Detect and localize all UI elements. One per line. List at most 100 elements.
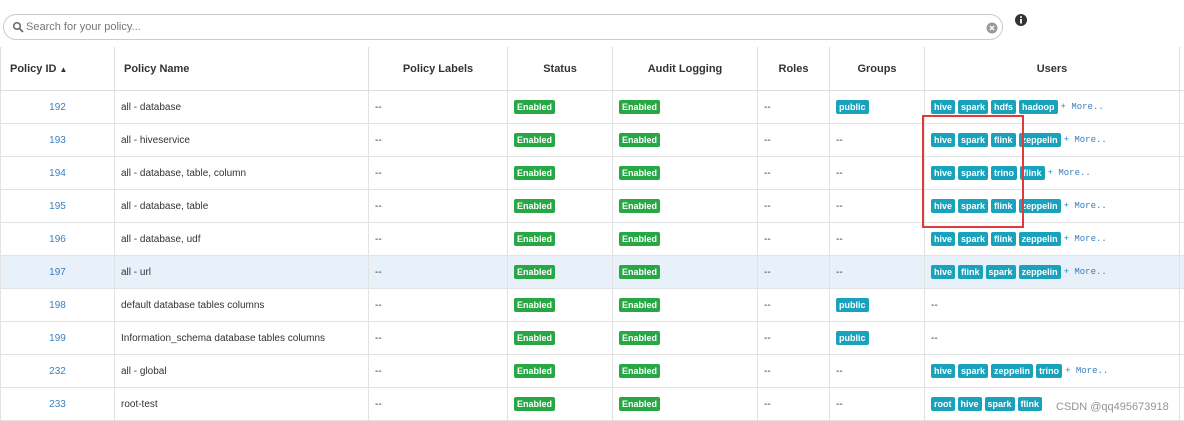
user-badge: zeppelin (1019, 133, 1061, 147)
status-cell: Enabled (508, 223, 613, 256)
audit-badge: Enabled (619, 166, 660, 180)
users-cell: hivesparktrinoflink+ More.. (925, 157, 1180, 190)
policy-name-cell: Information_schema database tables colum… (115, 322, 369, 355)
table-row[interactable]: 232all - global--EnabledEnabled----hives… (1, 355, 1184, 388)
table-row[interactable]: 199 Information_schema database tables co… (1, 322, 1184, 355)
policy-id-link[interactable]: 198 (49, 300, 66, 311)
groups-cell: public (830, 289, 925, 322)
user-badge: root (931, 397, 955, 411)
policy-id-link[interactable]: 196 (49, 234, 66, 245)
policy-name-cell: all - global (115, 355, 369, 388)
policy-id-link[interactable]: 233 (49, 399, 66, 410)
groups-empty: -- (836, 168, 843, 179)
user-badge: hadoop (1019, 100, 1058, 114)
more-users-link[interactable]: + More.. (1064, 135, 1107, 145)
extra-cell (1180, 289, 1184, 322)
audit-badge: Enabled (619, 331, 660, 345)
more-users-link[interactable]: + More.. (1065, 366, 1108, 376)
audit-logging-cell: Enabled (613, 223, 758, 256)
table-row[interactable]: 196all - database, udf--EnabledEnabled--… (1, 223, 1184, 256)
more-users-link[interactable]: + More.. (1048, 168, 1091, 178)
table-row[interactable]: 233root-test--EnabledEnabled----roothive… (1, 388, 1184, 421)
clear-icon[interactable] (986, 22, 998, 34)
search-input[interactable] (26, 18, 966, 36)
col-policy-name[interactable]: Policy Name (115, 47, 369, 91)
col-status[interactable]: Status (508, 47, 613, 91)
roles-cell: -- (758, 256, 830, 289)
groups-cell: -- (830, 388, 925, 421)
col-policy-labels[interactable]: Policy Labels (369, 47, 508, 91)
groups-empty: -- (836, 135, 843, 146)
extra-cell (1180, 223, 1184, 256)
policy-labels-cell: -- (369, 289, 508, 322)
status-cell: Enabled (508, 322, 613, 355)
policy-labels-cell: -- (369, 124, 508, 157)
table-row[interactable]: 198default database tables columns--Enab… (1, 289, 1184, 322)
more-users-link[interactable]: + More.. (1064, 267, 1107, 277)
groups-empty: -- (836, 399, 843, 410)
audit-logging-cell: Enabled (613, 322, 758, 355)
policy-id-link[interactable]: 232 (49, 366, 66, 377)
user-badge: hive (931, 100, 955, 114)
policy-labels-cell: -- (369, 223, 508, 256)
user-badge: hive (958, 397, 982, 411)
more-users-link[interactable]: + More.. (1061, 102, 1104, 112)
table-header-row: Policy ID ▲ Policy Name Policy Labels St… (1, 47, 1184, 91)
user-badge: flink (991, 232, 1016, 246)
more-users-link[interactable]: + More.. (1064, 234, 1107, 244)
policy-labels-cell: -- (369, 388, 508, 421)
audit-logging-cell: Enabled (613, 124, 758, 157)
policy-id-link[interactable]: 195 (49, 201, 66, 212)
table-row[interactable]: 197all - url--EnabledEnabled----hiveflin… (1, 256, 1184, 289)
policy-id-cell: 195 (1, 190, 115, 223)
users-cell: -- (925, 289, 1180, 322)
status-cell: Enabled (508, 190, 613, 223)
groups-cell: public (830, 91, 925, 124)
sort-asc-icon: ▲ (60, 65, 68, 74)
user-badge: flink (1018, 397, 1043, 411)
col-roles[interactable]: Roles (758, 47, 830, 91)
audit-logging-cell: Enabled (613, 157, 758, 190)
table-row[interactable]: 193all - hiveservice--EnabledEnabled----… (1, 124, 1184, 157)
status-cell: Enabled (508, 124, 613, 157)
col-groups[interactable]: Groups (830, 47, 925, 91)
table-row[interactable]: 195all - database, table--EnabledEnabled… (1, 190, 1184, 223)
policy-id-link[interactable]: 193 (49, 135, 66, 146)
policy-id-link[interactable]: 194 (49, 168, 66, 179)
col-policy-id[interactable]: Policy ID ▲ (1, 47, 115, 91)
user-badge: hive (931, 199, 955, 213)
policy-id-cell: 198 (1, 289, 115, 322)
table-row[interactable]: 194all - database, table, column--Enable… (1, 157, 1184, 190)
extra-cell (1180, 190, 1184, 223)
user-badge: zeppelin (1019, 199, 1061, 213)
policy-name-cell: all - database (115, 91, 369, 124)
roles-cell: -- (758, 289, 830, 322)
policy-id-link[interactable]: 199 (49, 333, 66, 344)
user-badge: zeppelin (1019, 265, 1061, 279)
policy-id-cell: 233 (1, 388, 115, 421)
status-badge: Enabled (514, 199, 555, 213)
info-icon[interactable] (1014, 13, 1028, 27)
roles-cell: -- (758, 388, 830, 421)
policy-id-link[interactable]: 197 (49, 267, 66, 278)
extra-cell (1180, 322, 1184, 355)
roles-cell: -- (758, 157, 830, 190)
search-bar[interactable] (3, 14, 1003, 40)
policy-labels-cell: -- (369, 322, 508, 355)
policy-id-cell: 196 (1, 223, 115, 256)
user-badge: spark (986, 265, 1016, 279)
user-badge: hive (931, 364, 955, 378)
users-cell: hivesparkflinkzeppelin+ More.. (925, 190, 1180, 223)
policy-id-cell: 199 (1, 322, 115, 355)
table-row[interactable]: 192all - database--EnabledEnabled--publi… (1, 91, 1184, 124)
user-badge: hdfs (991, 100, 1016, 114)
status-cell: Enabled (508, 256, 613, 289)
audit-logging-cell: Enabled (613, 190, 758, 223)
watermark: CSDN @qq495673918 (1056, 401, 1169, 413)
audit-badge: Enabled (619, 265, 660, 279)
policy-id-link[interactable]: 192 (49, 102, 66, 113)
col-users[interactable]: Users (925, 47, 1180, 91)
col-audit-logging[interactable]: Audit Logging (613, 47, 758, 91)
more-users-link[interactable]: + More.. (1064, 201, 1107, 211)
groups-empty: -- (836, 366, 843, 377)
